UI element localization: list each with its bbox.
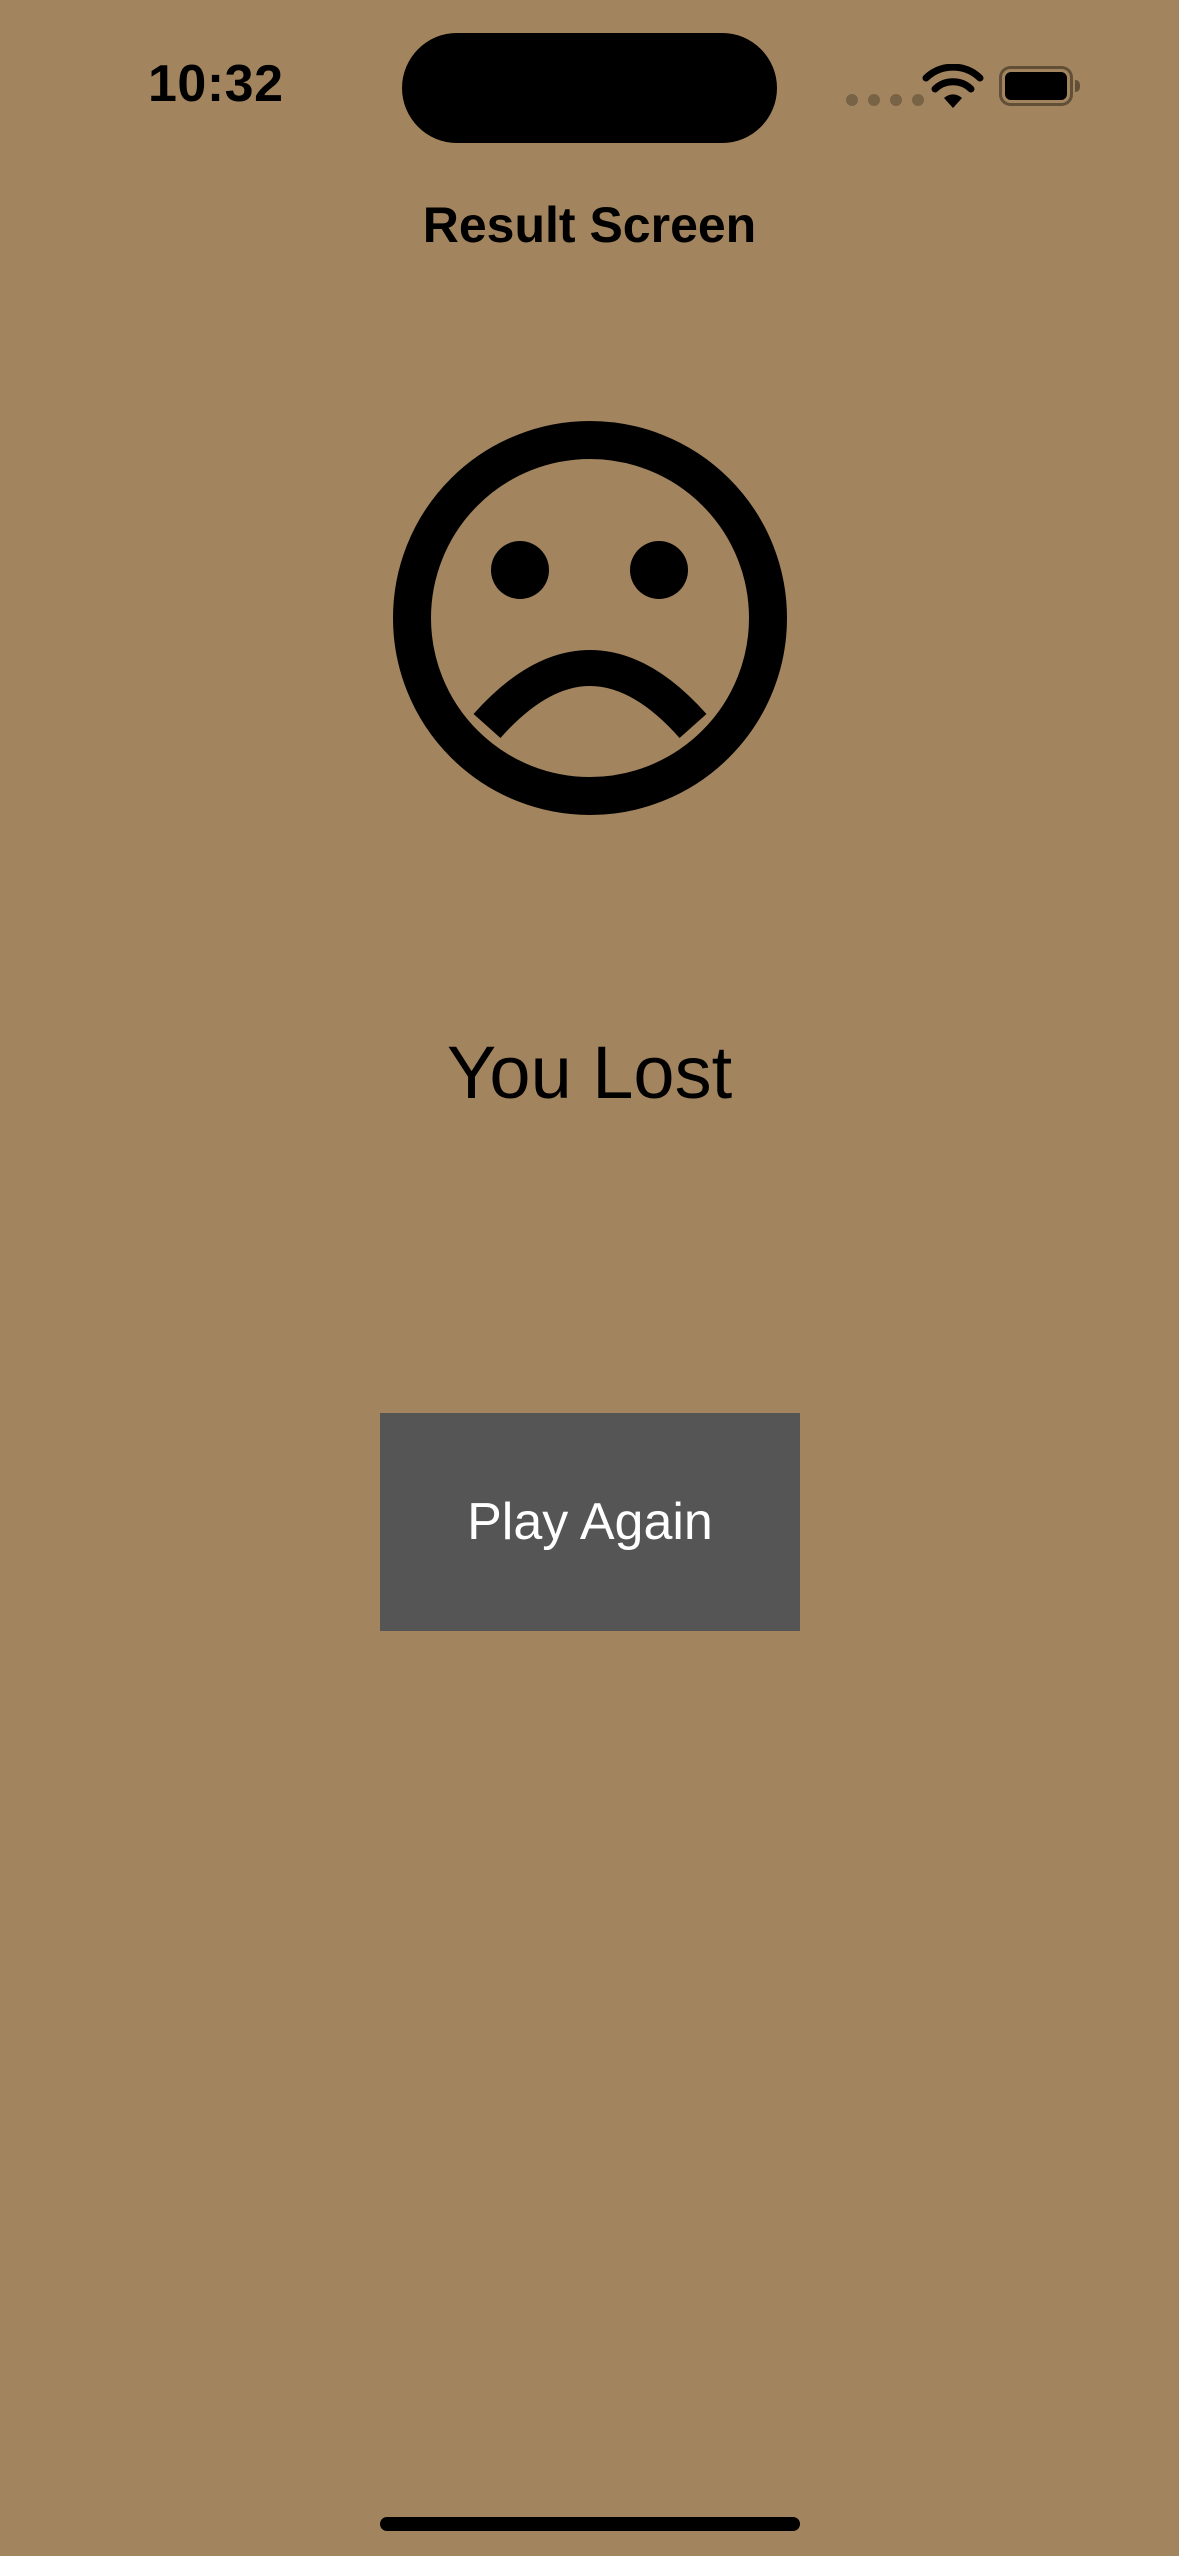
sad-face-icon	[393, 421, 787, 815]
page-title: Result Screen	[422, 197, 757, 253]
result-message: You Lost	[446, 1031, 733, 1114]
play-again-button[interactable]: Play Again	[380, 1413, 800, 1631]
battery-icon	[999, 66, 1080, 106]
status-bar-time: 10:32	[148, 55, 284, 113]
dynamic-island	[402, 33, 777, 143]
wifi-icon	[922, 64, 984, 108]
home-indicator[interactable]	[380, 2517, 800, 2531]
status-bar-icons	[840, 62, 1090, 112]
